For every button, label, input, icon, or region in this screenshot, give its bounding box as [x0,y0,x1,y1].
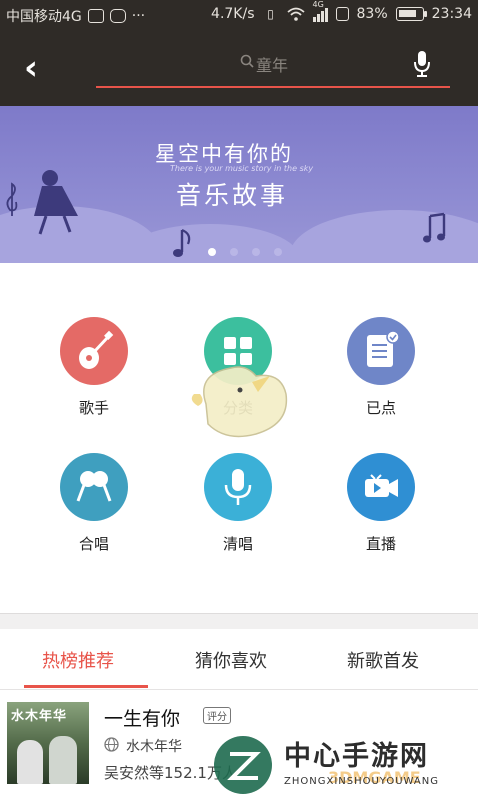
microphone-icon[interactable] [412,50,432,78]
mascot-image [191,366,288,438]
banner-subtitle: There is your music story in the sky [170,164,314,173]
music-note-icon [423,212,446,243]
category-ordered[interactable]: 已点 [321,317,441,418]
score-badge: 评分 [203,707,231,724]
pager-dot[interactable] [252,248,260,256]
signal-icon: 4G [312,0,328,22]
status-bar: 中国移动4G ··· 4.7K/s ▯ 4G 83% 23:34 [0,0,478,30]
search-underline [96,86,450,88]
pager-dot[interactable] [274,248,282,256]
tab-new[interactable]: 新歌首发 [347,647,419,673]
banner-title-line2: 音乐故事 [176,181,289,210]
video-camera-icon [347,453,415,521]
search-bar[interactable]: 童年 [96,44,450,88]
tab-guess[interactable]: 猜你喜欢 [195,647,267,673]
category-live[interactable]: 直播 [321,453,441,554]
category-singer[interactable]: 歌手 [34,317,154,418]
carrier-label: 中国移动4G [6,9,82,25]
vibrate-icon: ▯ [267,7,274,21]
song-title: 一生有你 [104,708,181,730]
sim-icon [335,7,349,21]
category-label: 歌手 [78,399,109,417]
tab-bar: 热榜推荐 猜你喜欢 新歌首发 [0,629,478,690]
category-label: 直播 [365,535,396,553]
back-arrow-icon[interactable]: ‹ [18,51,44,85]
network-speed: 4.7K/s [211,6,255,22]
more-dots-icon: ··· [131,8,146,24]
pager-dot[interactable] [208,248,216,256]
list-check-icon [347,317,415,385]
girl-silhouette [34,170,78,235]
search-input[interactable]: 童年 [256,52,288,76]
pager-dot[interactable] [230,248,238,256]
image-icon [87,9,104,23]
signal-type-label: 4G [312,0,324,9]
guitar-icon [60,317,128,385]
category-acapella[interactable]: 清唱 [178,453,298,554]
cat-icon [109,9,126,23]
wifi-icon [286,7,305,21]
section-separator [0,613,478,630]
clock: 23:34 [431,6,472,22]
treble-clef-icon [6,182,18,216]
duet-mic-icon [60,453,128,521]
album-cover: 水木年华 [7,702,89,784]
watermark: 中心手游网 3DMGAME ZHONGXINSHOUYOUWANG [210,730,472,799]
watermark-logo [214,736,272,794]
singer-name: 水木年华 [126,739,182,755]
cover-title: 水木年华 [11,709,68,724]
category-label: 已点 [365,399,396,417]
tab-underline [24,685,148,688]
watermark-sub: ZHONGXINSHOUYOUWANG [284,776,439,787]
battery-icon [395,7,427,21]
tab-hot[interactable]: 热榜推荐 [42,647,114,673]
music-note-icon [173,228,191,257]
category-duet[interactable]: 合唱 [34,453,154,554]
banner-pager[interactable] [208,248,282,256]
category-label: 清唱 [222,535,253,553]
category-label: 合唱 [78,535,109,553]
search-icon [240,54,254,68]
globe-icon [104,737,119,752]
banner[interactable]: 星空中有你的 There is your music story in the … [0,106,478,263]
header: ‹ 童年 [0,30,478,106]
microphone-icon [204,453,272,521]
battery-percent: 83% [356,6,388,22]
